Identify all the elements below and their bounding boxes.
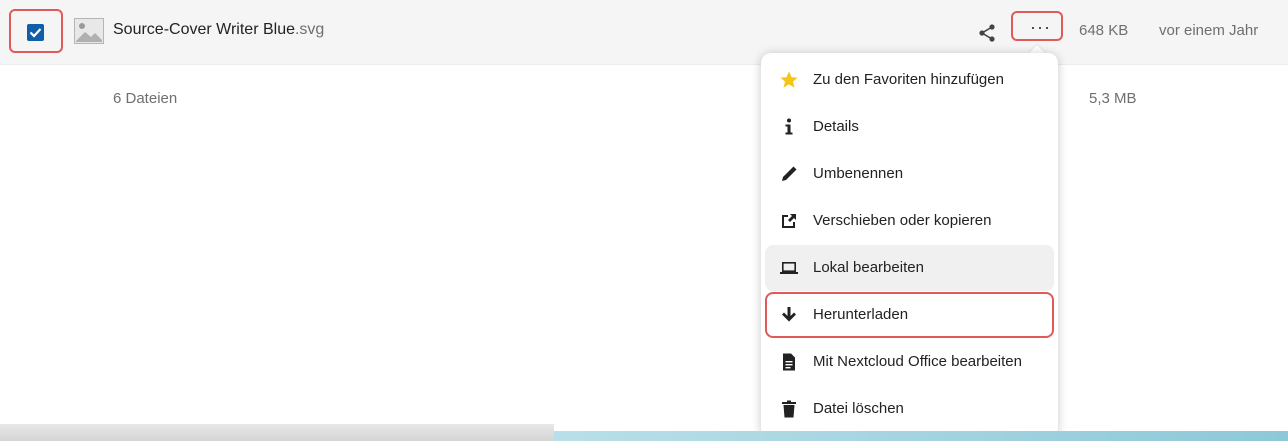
checkmark-icon — [29, 28, 42, 38]
menu-label-rename: Umbenennen — [813, 165, 904, 182]
menu-label-delete: Datei löschen — [813, 400, 904, 417]
summary-total-size: 5,3 MB — [1089, 90, 1137, 107]
file-size: 648 KB — [1079, 22, 1129, 39]
menu-item-download[interactable]: Herunterladen — [765, 292, 1054, 338]
menu-label-download: Herunterladen — [813, 306, 909, 323]
download-icon — [782, 307, 796, 322]
more-actions-button[interactable]: ··· — [1011, 11, 1063, 41]
menu-item-details[interactable]: Details — [765, 104, 1054, 150]
checkbox-checked[interactable] — [27, 24, 44, 41]
info-icon — [785, 118, 793, 135]
bottom-background-strip — [554, 431, 1288, 441]
document-icon — [783, 353, 795, 371]
menu-label-move-copy: Verschieben oder kopieren — [813, 212, 992, 229]
file-name[interactable]: Source-Cover Writer Blue.svg — [113, 21, 324, 39]
file-checkbox[interactable] — [9, 9, 63, 53]
menu-item-delete[interactable]: Datei löschen — [765, 386, 1054, 432]
file-basename: Source-Cover Writer Blue — [113, 21, 295, 38]
menu-label-edit-locally: Lokal bearbeiten — [813, 259, 924, 276]
file-modified: vor einem Jahr — [1159, 22, 1259, 39]
star-icon — [780, 71, 798, 88]
pencil-icon — [782, 166, 797, 181]
summary-file-count: 6 Dateien — [113, 90, 178, 107]
menu-item-move-copy[interactable]: Verschieben oder kopieren — [765, 198, 1054, 244]
image-icon — [74, 18, 104, 44]
menu-item-edit-locally[interactable]: Lokal bearbeiten — [765, 245, 1054, 291]
laptop-icon — [780, 262, 798, 274]
more-dots-icon: ··· — [1030, 17, 1051, 37]
menu-label-details: Details — [813, 118, 859, 135]
share-icon[interactable] — [978, 23, 998, 43]
move-icon — [782, 214, 796, 228]
file-extension: .svg — [294, 21, 325, 38]
bottom-scrollbar[interactable] — [0, 424, 554, 441]
menu-item-favorite[interactable]: Zu den Favoriten hinzufügen — [765, 57, 1054, 103]
menu-item-edit-office[interactable]: Mit Nextcloud Office bearbeiten — [765, 339, 1054, 385]
menu-item-rename[interactable]: Umbenennen — [765, 151, 1054, 197]
trash-icon — [782, 400, 796, 418]
file-actions-menu: Zu den Favoriten hinzufügen Details Umbe… — [761, 53, 1058, 437]
file-row[interactable]: Source-Cover Writer Blue.svg ··· 648 KB … — [0, 0, 1288, 65]
menu-label-edit-office: Mit Nextcloud Office bearbeiten — [813, 353, 1022, 370]
menu-label-favorite: Zu den Favoriten hinzufügen — [813, 71, 1004, 88]
